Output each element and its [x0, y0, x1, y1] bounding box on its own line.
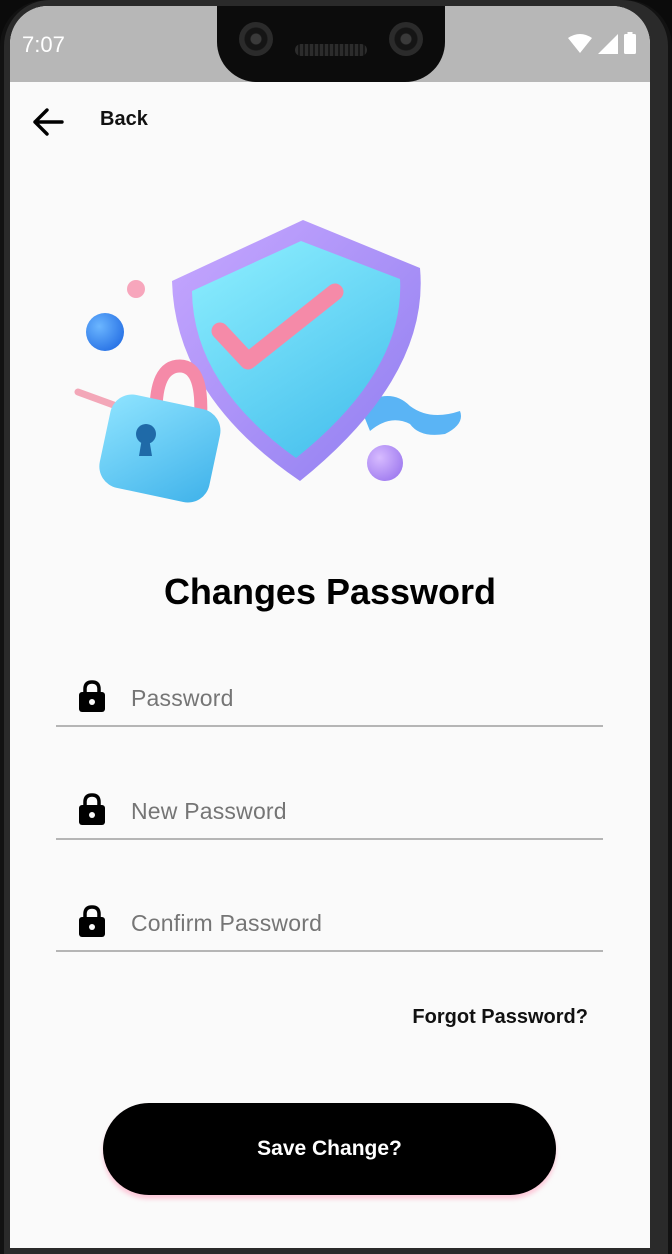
camera-notch	[217, 6, 445, 82]
new-password-placeholder: New Password	[131, 798, 287, 824]
page-title: Changes Password	[163, 571, 497, 612]
password-placeholder: Password	[131, 685, 234, 711]
status-time: 7:07	[22, 32, 65, 57]
phone-frame: 7:07 Back Changes Password Password New …	[0, 0, 672, 1254]
earpiece-speaker	[295, 44, 367, 56]
status-icons	[568, 32, 636, 54]
front-camera-left	[239, 22, 273, 56]
forgot-password-link[interactable]: Forgot Password?	[412, 1006, 588, 1029]
save-change-button[interactable]: Save Change?	[103, 1103, 556, 1195]
battery-icon	[624, 32, 636, 54]
save-change-label: Save Change?	[257, 1137, 402, 1160]
top-bar: Back	[10, 98, 650, 148]
password-field[interactable]: Password	[56, 669, 603, 727]
confirm-password-placeholder: Confirm Password	[131, 910, 323, 936]
back-link[interactable]: Back	[100, 108, 148, 131]
arrow-left-icon[interactable]	[28, 102, 68, 142]
app-screen: 7:07 Back Changes Password Password New …	[10, 6, 650, 1248]
lock-icon	[79, 905, 105, 937]
signal-icon	[598, 34, 618, 54]
shield-lock-illustration	[74, 220, 461, 503]
wifi-icon	[568, 34, 592, 53]
lock-icon	[79, 680, 105, 712]
front-camera-right	[389, 22, 423, 56]
confirm-password-field[interactable]: Confirm Password	[56, 894, 603, 952]
lock-icon	[79, 793, 105, 825]
new-password-field[interactable]: New Password	[56, 782, 603, 840]
